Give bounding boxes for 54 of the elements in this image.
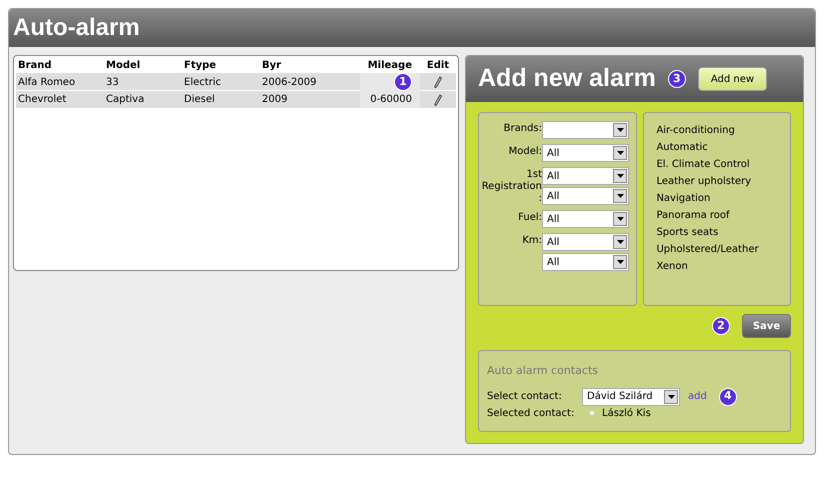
- select-field[interactable]: All: [542, 210, 629, 228]
- feature-item[interactable]: Panorama roof: [656, 210, 778, 222]
- feature-item[interactable]: Xenon: [656, 261, 778, 273]
- table-cell-text: Electric: [183, 76, 222, 90]
- table-cell-text: 2009: [261, 93, 288, 107]
- feature-item[interactable]: Sports seats: [656, 227, 778, 239]
- panel-title: Add new alarm: [478, 63, 656, 94]
- column-header: Ftype: [183, 59, 218, 73]
- table-cell-text: 33: [105, 76, 120, 90]
- select-field[interactable]: All: [542, 233, 629, 251]
- filter-label: Brands:: [502, 122, 542, 135]
- add-link[interactable]: add: [688, 389, 707, 404]
- table-cell-text: 0-60000: [370, 93, 412, 107]
- pencil-icon[interactable]: [434, 94, 442, 106]
- filter-label: 1st Registration :: [480, 168, 542, 205]
- selected-label: Selected contact:: [487, 406, 576, 420]
- filter-label: Km:: [521, 234, 542, 247]
- feature-item[interactable]: Leather upholstery: [656, 176, 778, 188]
- bullet-icon: [590, 411, 594, 415]
- table-cell-text: Alfa Romeo: [17, 76, 76, 90]
- filter-label: Fuel:: [517, 211, 542, 224]
- column-header: Brand: [17, 59, 53, 73]
- table-cell-text: Chevrolet: [17, 93, 68, 107]
- window-title: Auto-alarm: [13, 13, 140, 43]
- select-field[interactable]: All: [542, 167, 629, 185]
- number-badge: 2: [712, 317, 730, 335]
- table-cell-text: Diesel: [183, 93, 216, 107]
- column-header: Edit: [426, 59, 450, 73]
- column-header: Mileage: [366, 59, 413, 73]
- feature-item[interactable]: Navigation: [656, 193, 778, 205]
- add-new-button[interactable]: Add new: [698, 67, 768, 91]
- feature-item[interactable]: Air-conditioning: [656, 125, 778, 137]
- contacts-title: Auto alarm contacts: [487, 363, 600, 379]
- feature-item[interactable]: El. Climate Control: [656, 159, 778, 171]
- select-field[interactable]: All: [542, 187, 629, 205]
- column-header: Byr: [261, 59, 282, 73]
- save-button[interactable]: Save: [742, 314, 791, 338]
- select-field[interactable]: [542, 121, 629, 139]
- number-badge: 3: [668, 70, 686, 88]
- feature-item[interactable]: Automatic: [656, 142, 778, 154]
- select-field[interactable]: All: [542, 253, 629, 271]
- select-label: Select contact:: [487, 390, 563, 404]
- number-badge: 1: [394, 73, 412, 91]
- table-row[interactable]: Chevrolet Captiva Diesel 2009 0-60000: [16, 91, 456, 109]
- selected-contact: László Kis: [602, 406, 651, 420]
- filter-label: Model:: [508, 145, 542, 158]
- pencil-icon[interactable]: [434, 76, 442, 88]
- column-header: Model: [105, 59, 142, 73]
- table-cell-text: Captiva: [105, 93, 146, 107]
- feature-item[interactable]: Upholstered/Leather: [656, 244, 778, 256]
- select-field[interactable]: Dávid Szilárd: [582, 388, 680, 406]
- select-field[interactable]: All: [542, 144, 629, 162]
- table-cell-text: 2006-2009: [261, 76, 318, 90]
- number-badge: 4: [718, 388, 737, 406]
